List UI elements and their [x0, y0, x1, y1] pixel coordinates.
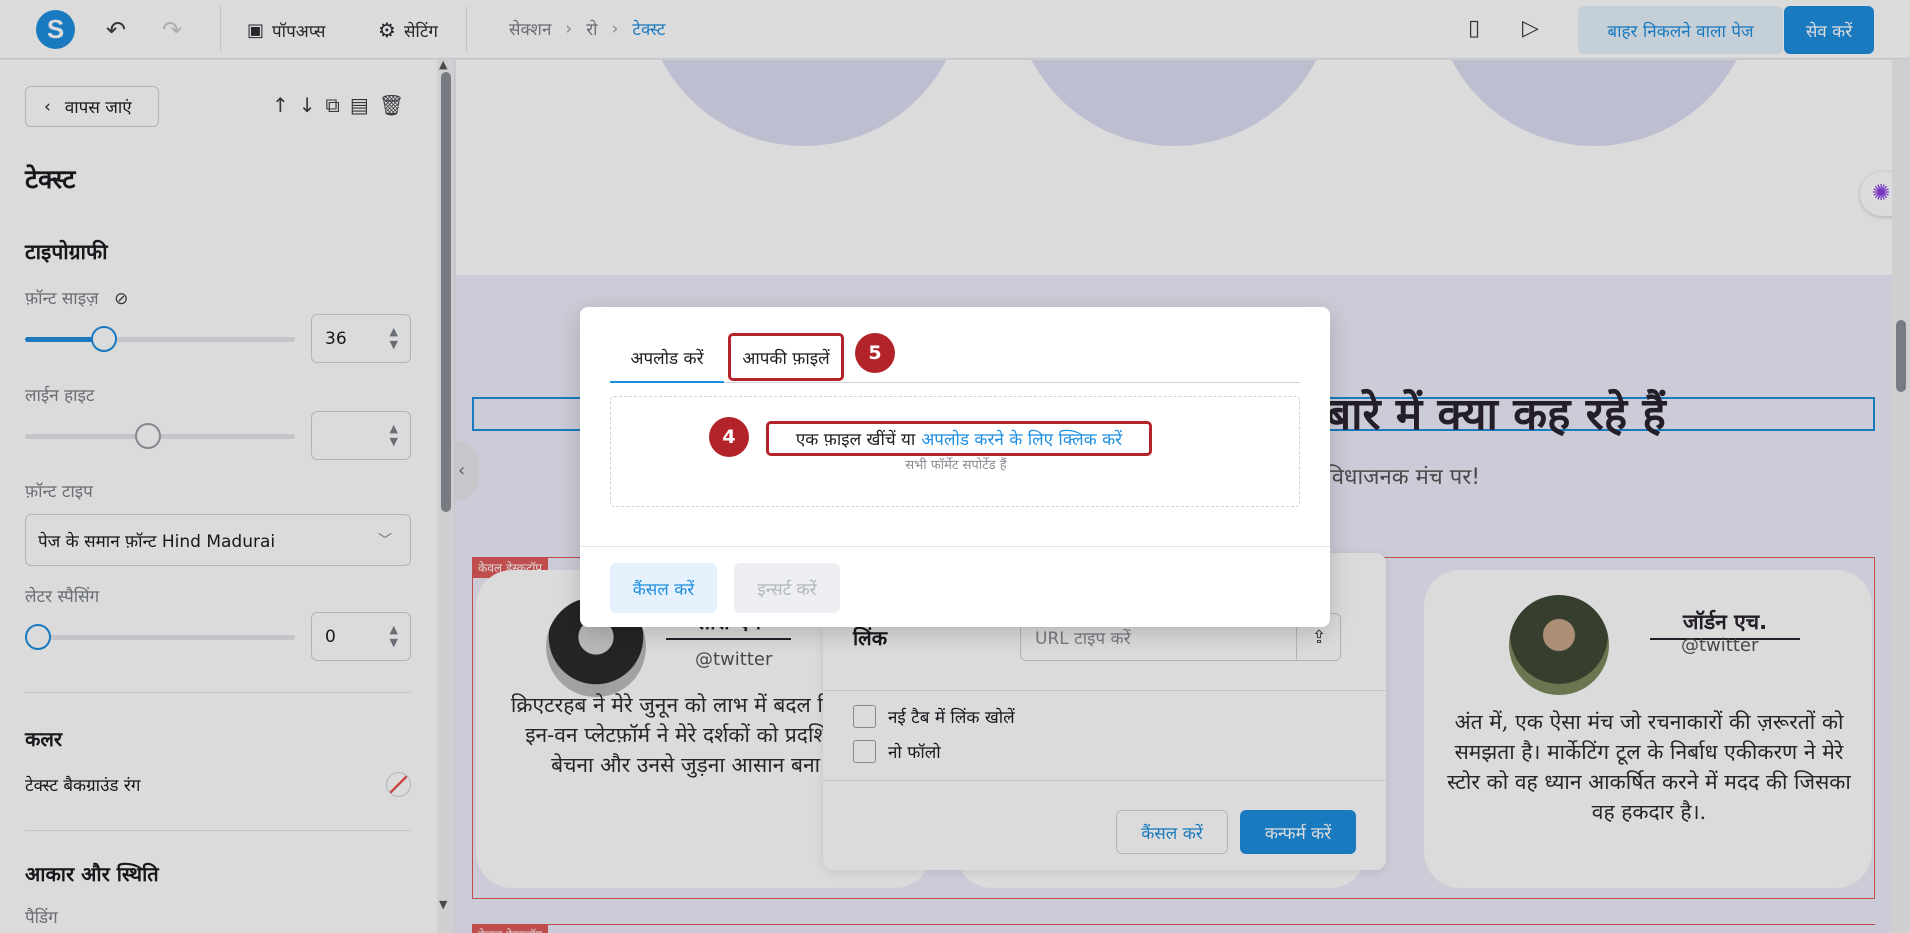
file-dropzone[interactable]: 4 एक फ़ाइल खींचें या अपलोड करने के लिए क… [610, 396, 1300, 507]
modal-insert-button[interactable]: इन्सर्ट करें [734, 563, 840, 613]
dropzone-prompt[interactable]: एक फ़ाइल खींचें या अपलोड करने के लिए क्ल… [766, 421, 1152, 456]
upload-link[interactable]: अपलोड करने के लिए क्लिक करें [921, 427, 1122, 450]
tab-your-files[interactable]: आपकी फ़ाइलें [728, 333, 844, 381]
step-marker: 4 [709, 417, 749, 457]
file-upload-modal: अपलोड करें आपकी फ़ाइलें 5 4 एक फ़ाइल खीं… [580, 307, 1330, 627]
modal-cancel-button[interactable]: कैंसल करें [610, 563, 717, 613]
tab-upload[interactable]: अपलोड करें [610, 333, 724, 383]
dropzone-text: एक फ़ाइल खींचें या [795, 430, 916, 450]
divider [580, 546, 1330, 547]
step-marker: 5 [855, 333, 895, 373]
dropzone-subtext: सभी फॉर्मेट सपोर्टेड हैं [905, 458, 1007, 473]
modal-tabs: अपलोड करें आपकी फ़ाइलें 5 [610, 333, 1300, 383]
